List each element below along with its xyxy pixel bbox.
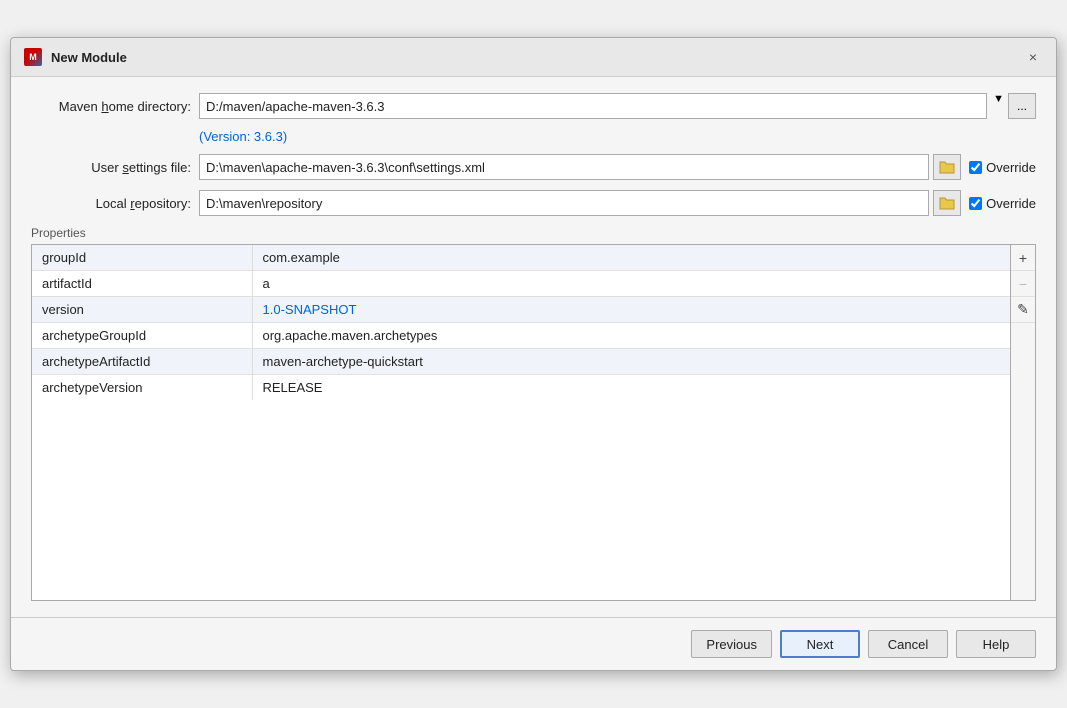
properties-section: Properties groupIdcom.exampleartifactIda… [31,226,1036,601]
edit-property-button[interactable]: ✎ [1011,297,1035,323]
property-key: archetypeVersion [32,375,252,401]
properties-side-buttons: + − ✎ [1010,245,1035,600]
maven-home-input[interactable] [199,93,987,119]
add-property-button[interactable]: + [1011,245,1035,271]
property-key: archetypeArtifactId [32,349,252,375]
table-row[interactable]: archetypeGroupIdorg.apache.maven.archety… [32,323,1010,349]
properties-empty-area [32,400,1010,600]
dialog-footer: Previous Next Cancel Help [11,617,1056,670]
property-key: version [32,297,252,323]
module-icon: M [23,47,43,67]
maven-home-label: Maven home directory: [31,99,191,114]
property-value: 1.0-SNAPSHOT [252,297,1010,323]
local-repo-override-checkbox[interactable] [969,197,982,210]
user-settings-row: User settings file: Override [31,154,1036,180]
user-settings-folder-button[interactable] [933,154,961,180]
table-row[interactable]: archetypeVersionRELEASE [32,375,1010,401]
title-bar-left: M New Module [23,47,127,67]
cancel-button[interactable]: Cancel [868,630,948,658]
dialog-content: Maven home directory: ▼ ... (Version: 3.… [11,77,1056,617]
user-settings-override-row: Override [969,160,1036,175]
user-settings-input-group [199,154,961,180]
maven-home-browse-button[interactable]: ... [1008,93,1036,119]
property-value: org.apache.maven.archetypes [252,323,1010,349]
dialog-title: New Module [51,50,127,65]
properties-table: groupIdcom.exampleartifactIdaversion1.0-… [32,245,1010,400]
user-settings-override-checkbox[interactable] [969,161,982,174]
title-bar: M New Module × [11,38,1056,77]
properties-table-wrap: groupIdcom.exampleartifactIdaversion1.0-… [32,245,1010,600]
maven-home-dropdown-arrow[interactable]: ▼ [993,93,1004,119]
properties-container: groupIdcom.exampleartifactIdaversion1.0-… [31,244,1036,601]
local-repo-override-row: Override [969,196,1036,211]
local-repo-folder-button[interactable] [933,190,961,216]
user-settings-input[interactable] [199,154,929,180]
new-module-dialog: M New Module × Maven home directory: ▼ .… [10,37,1057,671]
maven-home-row: Maven home directory: ▼ ... [31,93,1036,119]
table-row[interactable]: artifactIda [32,271,1010,297]
previous-button[interactable]: Previous [691,630,772,658]
property-key: groupId [32,245,252,271]
property-value: com.example [252,245,1010,271]
help-button[interactable]: Help [956,630,1036,658]
local-repo-override-label: Override [986,196,1036,211]
table-row[interactable]: archetypeArtifactIdmaven-archetype-quick… [32,349,1010,375]
remove-property-button[interactable]: − [1011,271,1035,297]
next-button[interactable]: Next [780,630,860,658]
local-repo-label: Local repository: [31,196,191,211]
properties-label: Properties [31,226,1036,240]
property-key: artifactId [32,271,252,297]
user-settings-override-label: Override [986,160,1036,175]
property-value: maven-archetype-quickstart [252,349,1010,375]
user-settings-label: User settings file: [31,160,191,175]
maven-home-input-group: ▼ ... [199,93,1036,119]
local-repo-input[interactable] [199,190,929,216]
maven-version-text: (Version: 3.6.3) [199,129,1036,144]
table-row[interactable]: groupIdcom.example [32,245,1010,271]
property-value: a [252,271,1010,297]
local-repo-row: Local repository: Override [31,190,1036,216]
property-value: RELEASE [252,375,1010,401]
local-repo-input-group [199,190,961,216]
close-button[interactable]: × [1022,46,1044,68]
property-key: archetypeGroupId [32,323,252,349]
table-row[interactable]: version1.0-SNAPSHOT [32,297,1010,323]
